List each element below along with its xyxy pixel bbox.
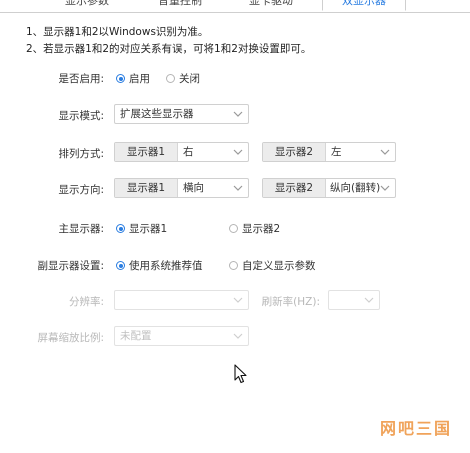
radio-checked-icon <box>116 224 125 233</box>
tab-display-params[interactable]: 显示参数 <box>52 0 122 10</box>
tab-bar: 显示参数 音量控制 显卡驱动 双显示器 <box>0 0 470 13</box>
secondary-option-custom[interactable]: 自定义显示参数 <box>229 258 316 273</box>
arrangement-monitor1-select[interactable]: 显示器1 右 <box>114 142 249 162</box>
orientation-monitor1-select[interactable]: 显示器1 横向 <box>114 178 249 198</box>
enable-option-on[interactable]: 启用 <box>116 71 150 86</box>
chevron-down-icon <box>233 185 243 191</box>
primary-option-monitor1-label: 显示器1 <box>129 223 168 235</box>
primary-option-monitor1[interactable]: 显示器1 <box>116 221 167 236</box>
orientation-monitor1-prefix: 显示器1 <box>115 179 178 197</box>
enable-option-off[interactable]: 关闭 <box>166 71 200 86</box>
refresh-rate-label: 刷新率(HZ): <box>261 296 320 308</box>
chevron-down-icon <box>233 111 243 117</box>
radio-unchecked-icon <box>229 224 238 233</box>
arrangement-monitor2-value: 左 <box>331 146 342 158</box>
chevron-down-icon <box>364 297 374 303</box>
mouse-cursor-icon <box>234 364 247 384</box>
chevron-down-icon <box>233 333 243 339</box>
orientation-monitor2-value: 纵向(翻转) <box>330 182 381 194</box>
note-line-2: 2、若显示器1和2的对应关系有误，可将1和2对换设置即可。 <box>26 43 312 55</box>
scaling-select[interactable]: 未配置 <box>114 326 249 346</box>
secondary-option-custom-label: 自定义显示参数 <box>242 260 316 272</box>
tab-gpu-driver[interactable]: 显卡驱动 <box>236 0 306 10</box>
display-mode-label: 显示模式: <box>58 110 104 122</box>
radio-checked-icon <box>116 74 125 83</box>
secondary-option-recommended-label: 使用系统推荐值 <box>129 260 203 272</box>
arrangement-monitor1-value: 右 <box>183 146 194 158</box>
watermark-logo: 网吧三国 <box>379 419 452 438</box>
orientation-monitor2-prefix: 显示器2 <box>263 179 326 197</box>
arrangement-monitor1-prefix: 显示器1 <box>115 143 178 161</box>
arrangement-monitor2-prefix: 显示器2 <box>263 143 326 161</box>
note-line-1: 1、显示器1和2以Windows识别为准。 <box>26 26 209 38</box>
primary-monitor-label: 主显示器: <box>58 223 104 235</box>
primary-option-monitor2[interactable]: 显示器2 <box>229 221 280 236</box>
chevron-down-icon <box>380 185 390 191</box>
display-mode-select[interactable]: 扩展这些显示器 <box>114 104 249 124</box>
orientation-monitor2-select[interactable]: 显示器2 纵向(翻转) <box>262 178 396 198</box>
tab-dual-monitor[interactable]: 双显示器 <box>322 0 406 11</box>
secondary-settings-label: 副显示器设置: <box>37 260 104 272</box>
enable-label: 是否启用: <box>58 73 104 85</box>
scaling-label: 屏幕缩放比例: <box>37 332 104 344</box>
arrangement-label: 排列方式: <box>58 148 104 160</box>
resolution-label: 分辨率: <box>68 296 104 308</box>
radio-checked-icon <box>116 261 125 270</box>
orientation-label: 显示方向: <box>58 184 104 196</box>
secondary-option-recommended[interactable]: 使用系统推荐值 <box>116 258 203 273</box>
enable-option-off-label: 关闭 <box>179 73 200 85</box>
radio-unchecked-icon <box>229 261 238 270</box>
arrangement-monitor2-select[interactable]: 显示器2 左 <box>262 142 396 162</box>
chevron-down-icon <box>233 149 243 155</box>
enable-option-on-label: 启用 <box>129 73 150 85</box>
chevron-down-icon <box>380 149 390 155</box>
tab-volume-control[interactable]: 音量控制 <box>145 0 215 10</box>
resolution-select[interactable] <box>114 290 249 310</box>
scaling-value: 未配置 <box>120 330 152 342</box>
display-mode-value: 扩展这些显示器 <box>120 108 194 120</box>
orientation-monitor1-value: 横向 <box>183 182 204 194</box>
radio-unchecked-icon <box>166 74 175 83</box>
primary-option-monitor2-label: 显示器2 <box>242 223 281 235</box>
refresh-rate-select[interactable] <box>328 290 380 310</box>
